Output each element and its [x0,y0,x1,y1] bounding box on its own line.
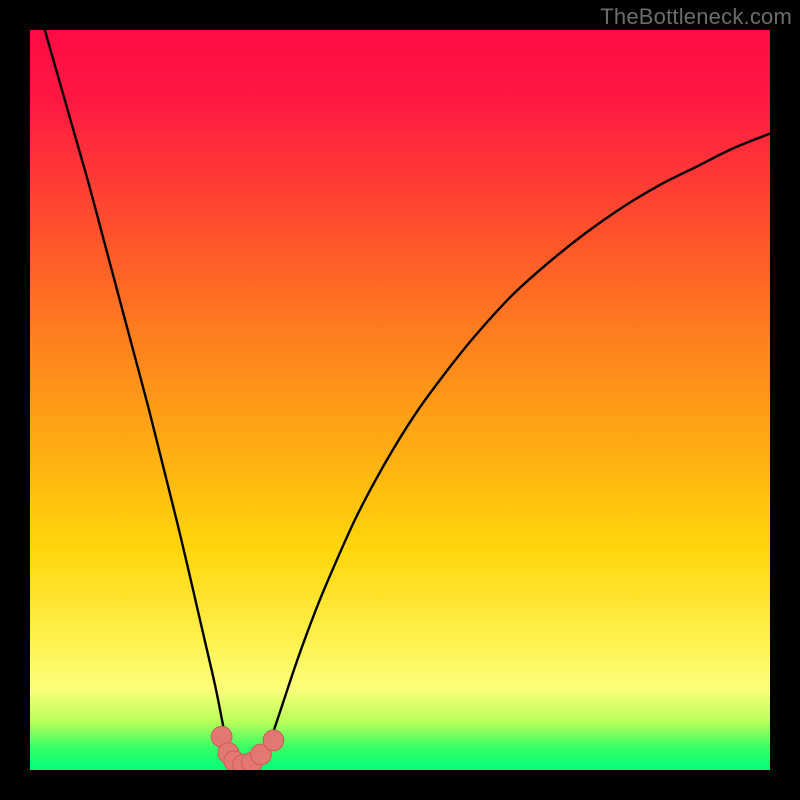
watermark-text: TheBottleneck.com [600,4,792,30]
bottleneck-curve [45,30,770,766]
trough-marker [263,730,284,751]
trough-markers [211,726,284,770]
curve-overlay [30,30,770,770]
chart-container: TheBottleneck.com [0,0,800,800]
plot-area [30,30,770,770]
